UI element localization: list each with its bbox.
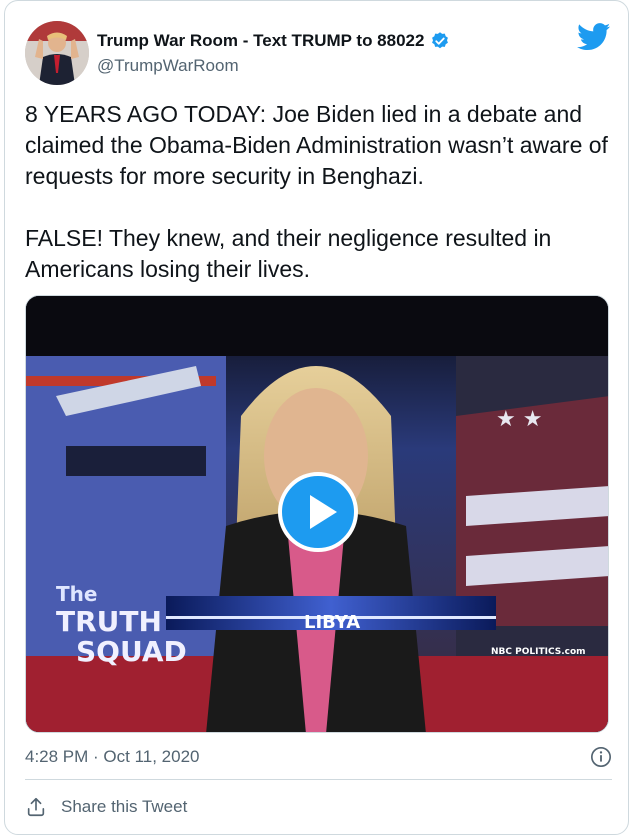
tweet-timestamp[interactable]: 4:28 PM · Oct 11, 2020 bbox=[25, 747, 200, 767]
author-name-row[interactable]: Trump War Room - Text TRUMP to 88022 bbox=[97, 31, 450, 51]
share-button[interactable]: Share this Tweet bbox=[25, 796, 187, 818]
divider bbox=[25, 779, 612, 780]
video-overlay-title-3: SQUAD bbox=[76, 635, 187, 668]
video-overlay-title-2: TRUTH bbox=[56, 605, 162, 638]
play-icon[interactable] bbox=[278, 472, 358, 552]
tweet-text: 8 YEARS AGO TODAY: Joe Biden lied in a d… bbox=[25, 101, 608, 282]
share-icon bbox=[27, 797, 45, 817]
info-icon[interactable] bbox=[590, 746, 612, 768]
video-lower-third: LIBYA bbox=[304, 612, 360, 633]
svg-text:★ ★: ★ ★ bbox=[496, 407, 542, 432]
twitter-bird-icon[interactable] bbox=[577, 23, 611, 51]
video-overlay-title-1: The bbox=[56, 582, 97, 606]
video-player[interactable]: ★ ★ The TRUTH SQUAD LIBYA NBC POLITICS.c… bbox=[25, 295, 609, 733]
author-name[interactable]: Trump War Room - Text TRUMP to 88022 bbox=[97, 31, 424, 51]
tweet-card: Trump War Room - Text TRUMP to 88022 @Tr… bbox=[4, 0, 629, 835]
avatar[interactable] bbox=[25, 21, 89, 85]
share-label: Share this Tweet bbox=[61, 797, 188, 816]
author-handle[interactable]: @TrumpWarRoom bbox=[97, 56, 239, 76]
verified-badge-icon bbox=[432, 32, 449, 49]
video-network-bug: NBC POLITICS.com bbox=[491, 647, 586, 657]
